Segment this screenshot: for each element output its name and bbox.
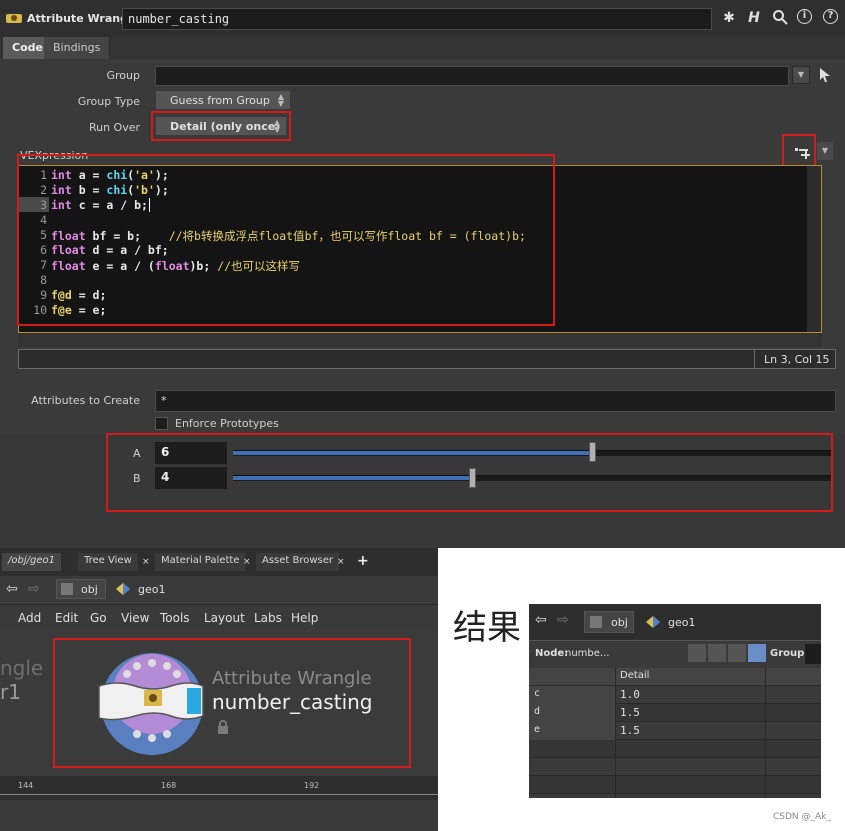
close-icon[interactable]: × (337, 557, 345, 567)
offscreen-node-text: r1 (0, 680, 21, 704)
menu-help[interactable]: Help (291, 611, 318, 625)
close-icon[interactable]: × (243, 557, 251, 567)
attributes-to-create-field[interactable]: * (155, 390, 836, 412)
wrangle-node-icon (5, 10, 23, 26)
editor-status-bar: Ln 3, Col 15 (18, 349, 836, 369)
primitives-icon[interactable] (728, 644, 746, 662)
offscreen-node-text: ngle (0, 656, 44, 680)
tab-obj-geo1[interactable]: /obj/geo1 (2, 553, 61, 571)
network-footer (0, 800, 438, 831)
group-filter-field[interactable] (805, 644, 821, 664)
back-arrow-icon[interactable]: ⇦ (535, 612, 547, 628)
group-dropdown-arrow[interactable]: ▼ (792, 66, 810, 84)
menu-labs[interactable]: Labs (254, 611, 282, 625)
path-geo1[interactable]: geo1 (138, 583, 165, 596)
group-type-select[interactable]: Guess from Group ▲ ▼ (155, 90, 291, 110)
detail-icon[interactable] (748, 644, 766, 662)
sliders-highlight (106, 433, 833, 512)
timeline-ruler: 144 168 192 (0, 776, 438, 800)
group-field[interactable] (155, 66, 789, 86)
cursor-position: Ln 3, Col 15 (764, 353, 830, 366)
run-over-label: Run Over (88, 121, 140, 134)
menu-add[interactable]: Add (18, 611, 41, 625)
table-header: Detail (529, 668, 821, 686)
node-label: Node: (535, 648, 569, 659)
updown-arrow-icon: ▲ ▼ (277, 92, 284, 108)
node-value: numbe... (565, 648, 610, 659)
group-type-label: Group Type (77, 95, 140, 108)
result-title: 结果 (453, 608, 521, 648)
sheet-path-obj[interactable]: obj (584, 611, 634, 633)
obj-icon (61, 583, 73, 595)
back-arrow-icon[interactable]: ⇦ (6, 581, 18, 597)
enforce-prototypes-label: Enforce Prototypes (175, 417, 279, 430)
table-row: c 1.0 (529, 686, 821, 704)
table-row: e 1.5 (529, 722, 821, 740)
info-icon[interactable]: i (797, 9, 812, 24)
sheet-table: Detail c 1.0 d 1.5 e 1.5 (529, 668, 821, 798)
forward-arrow-icon[interactable]: ⇨ (557, 612, 569, 628)
add-tab-button[interactable]: + (357, 553, 369, 569)
node-highlight (53, 638, 411, 768)
path-obj[interactable]: obj (56, 579, 106, 599)
attributes-to-create-label: Attributes to Create (31, 394, 140, 407)
enforce-prototypes-checkbox[interactable] (155, 417, 168, 430)
geo-icon (646, 616, 660, 628)
tab-asset-browser[interactable]: Asset Browser (256, 553, 340, 571)
vertices-icon[interactable] (708, 644, 726, 662)
gear-icon[interactable]: ✱ (720, 9, 738, 27)
sheet-path-geo1[interactable]: geo1 (668, 616, 695, 629)
column-detail: Detail (620, 670, 650, 681)
select-arrow-icon[interactable] (818, 67, 832, 83)
group-label: Group (106, 69, 141, 82)
tab-bar (0, 37, 845, 59)
geo-icon (116, 583, 130, 595)
menu-layout[interactable]: Layout (204, 611, 245, 625)
points-icon[interactable] (688, 644, 706, 662)
close-icon[interactable]: × (142, 557, 150, 567)
tab-bindings[interactable]: Bindings (44, 37, 111, 59)
forward-arrow-icon[interactable]: ⇨ (28, 581, 40, 597)
code-scrollbar[interactable] (807, 166, 821, 332)
help-icon[interactable]: ? (823, 9, 838, 24)
menu-tools[interactable]: Tools (160, 611, 190, 625)
tab-material-palette[interactable]: Material Palette (155, 553, 246, 571)
run-over-highlight (151, 111, 291, 141)
obj-icon (590, 616, 602, 628)
menu-go[interactable]: Go (90, 611, 107, 625)
menu-edit[interactable]: Edit (55, 611, 78, 625)
table-row: d 1.5 (529, 704, 821, 722)
menu-view[interactable]: View (121, 611, 149, 625)
group-filter-label: Group: (770, 648, 809, 659)
code-highlight (17, 154, 555, 326)
group-type-value: Guess from Group (170, 94, 270, 107)
search-icon[interactable] (771, 9, 789, 27)
tab-tree-view[interactable]: Tree View (78, 553, 138, 571)
node-name-field[interactable]: number_casting (122, 8, 712, 30)
code-h-scrollbar[interactable] (18, 333, 822, 347)
houdini-h-icon[interactable]: H (745, 9, 763, 27)
watermark: CSDN @_Ak_ (773, 812, 831, 822)
chevron-down-icon[interactable]: ▼ (817, 142, 833, 160)
